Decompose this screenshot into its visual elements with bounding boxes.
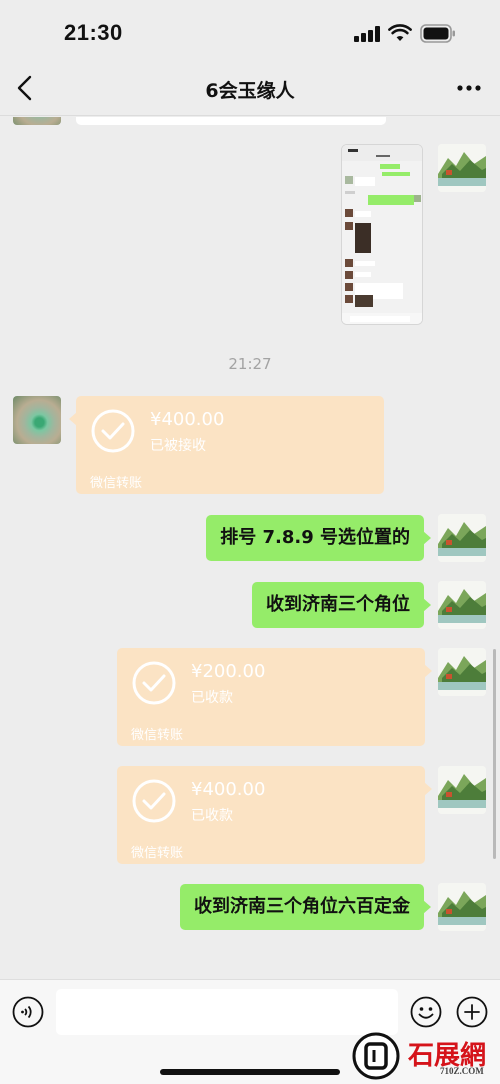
transfer-label: 微信转账 xyxy=(90,476,143,491)
transfer-amount: ¥200.00 xyxy=(191,661,266,682)
check-icon xyxy=(132,661,176,705)
emoji-icon[interactable] xyxy=(410,996,442,1028)
transfer-label: 微信转账 xyxy=(131,728,184,743)
my-avatar[interactable] xyxy=(438,883,486,931)
transfer-amount: ¥400.00 xyxy=(191,779,266,800)
transfer-label: 微信转账 xyxy=(131,846,184,861)
check-icon xyxy=(91,409,135,453)
text-message[interactable]: 收到济南三个角位 xyxy=(252,582,431,628)
message-input[interactable] xyxy=(56,989,398,1035)
my-avatar[interactable] xyxy=(438,144,486,192)
message-timestamp: 21:27 xyxy=(228,355,272,373)
transfer-status: 已被接收 xyxy=(150,438,206,454)
transfer-status: 已收款 xyxy=(191,690,233,706)
my-avatar[interactable] xyxy=(438,581,486,629)
plus-icon[interactable] xyxy=(456,996,488,1028)
text-message[interactable]: 排号 7.8.9 号选位置的 xyxy=(206,515,431,561)
transfer-amount: ¥400.00 xyxy=(150,409,225,430)
transfer-status: 已收款 xyxy=(191,808,233,824)
watermark-site: 710Z.COM xyxy=(440,1066,484,1076)
transfer-card-sent[interactable]: ¥400.00 已收款 微信转账 xyxy=(117,766,432,864)
wifi-icon xyxy=(388,24,412,41)
nav-bar: 6会玉缘人 xyxy=(0,62,500,116)
check-icon xyxy=(132,779,176,823)
voice-icon[interactable] xyxy=(12,996,44,1028)
image-message[interactable] xyxy=(341,144,423,325)
transfer-card-received[interactable]: ¥400.00 已被接收 微信转账 xyxy=(69,396,384,494)
scroll-indicator[interactable] xyxy=(493,649,496,859)
my-avatar[interactable] xyxy=(438,514,486,562)
previous-message-bubble[interactable] xyxy=(76,117,386,125)
text-message[interactable]: 收到济南三个角位六百定金 xyxy=(180,884,431,930)
more-icon[interactable] xyxy=(454,76,484,100)
my-avatar[interactable] xyxy=(438,648,486,696)
battery-icon xyxy=(420,24,455,43)
chat-screenshot-thumbnail xyxy=(342,145,422,324)
home-indicator xyxy=(160,1069,340,1075)
message-list[interactable]: 21:27 ¥400.00 已被接收 微信转账 排号 7.8.9 号选位置的 收… xyxy=(0,117,500,979)
signal-icon xyxy=(354,26,380,42)
transfer-card-sent[interactable]: ¥200.00 已收款 微信转账 xyxy=(117,648,432,746)
chat-title: 6会玉缘人 xyxy=(205,80,295,102)
status-time: 21:30 xyxy=(64,20,123,45)
contact-avatar[interactable] xyxy=(13,117,61,125)
contact-avatar[interactable] xyxy=(13,396,61,444)
status-bar: 21:30 xyxy=(0,0,500,62)
my-avatar[interactable] xyxy=(438,766,486,814)
